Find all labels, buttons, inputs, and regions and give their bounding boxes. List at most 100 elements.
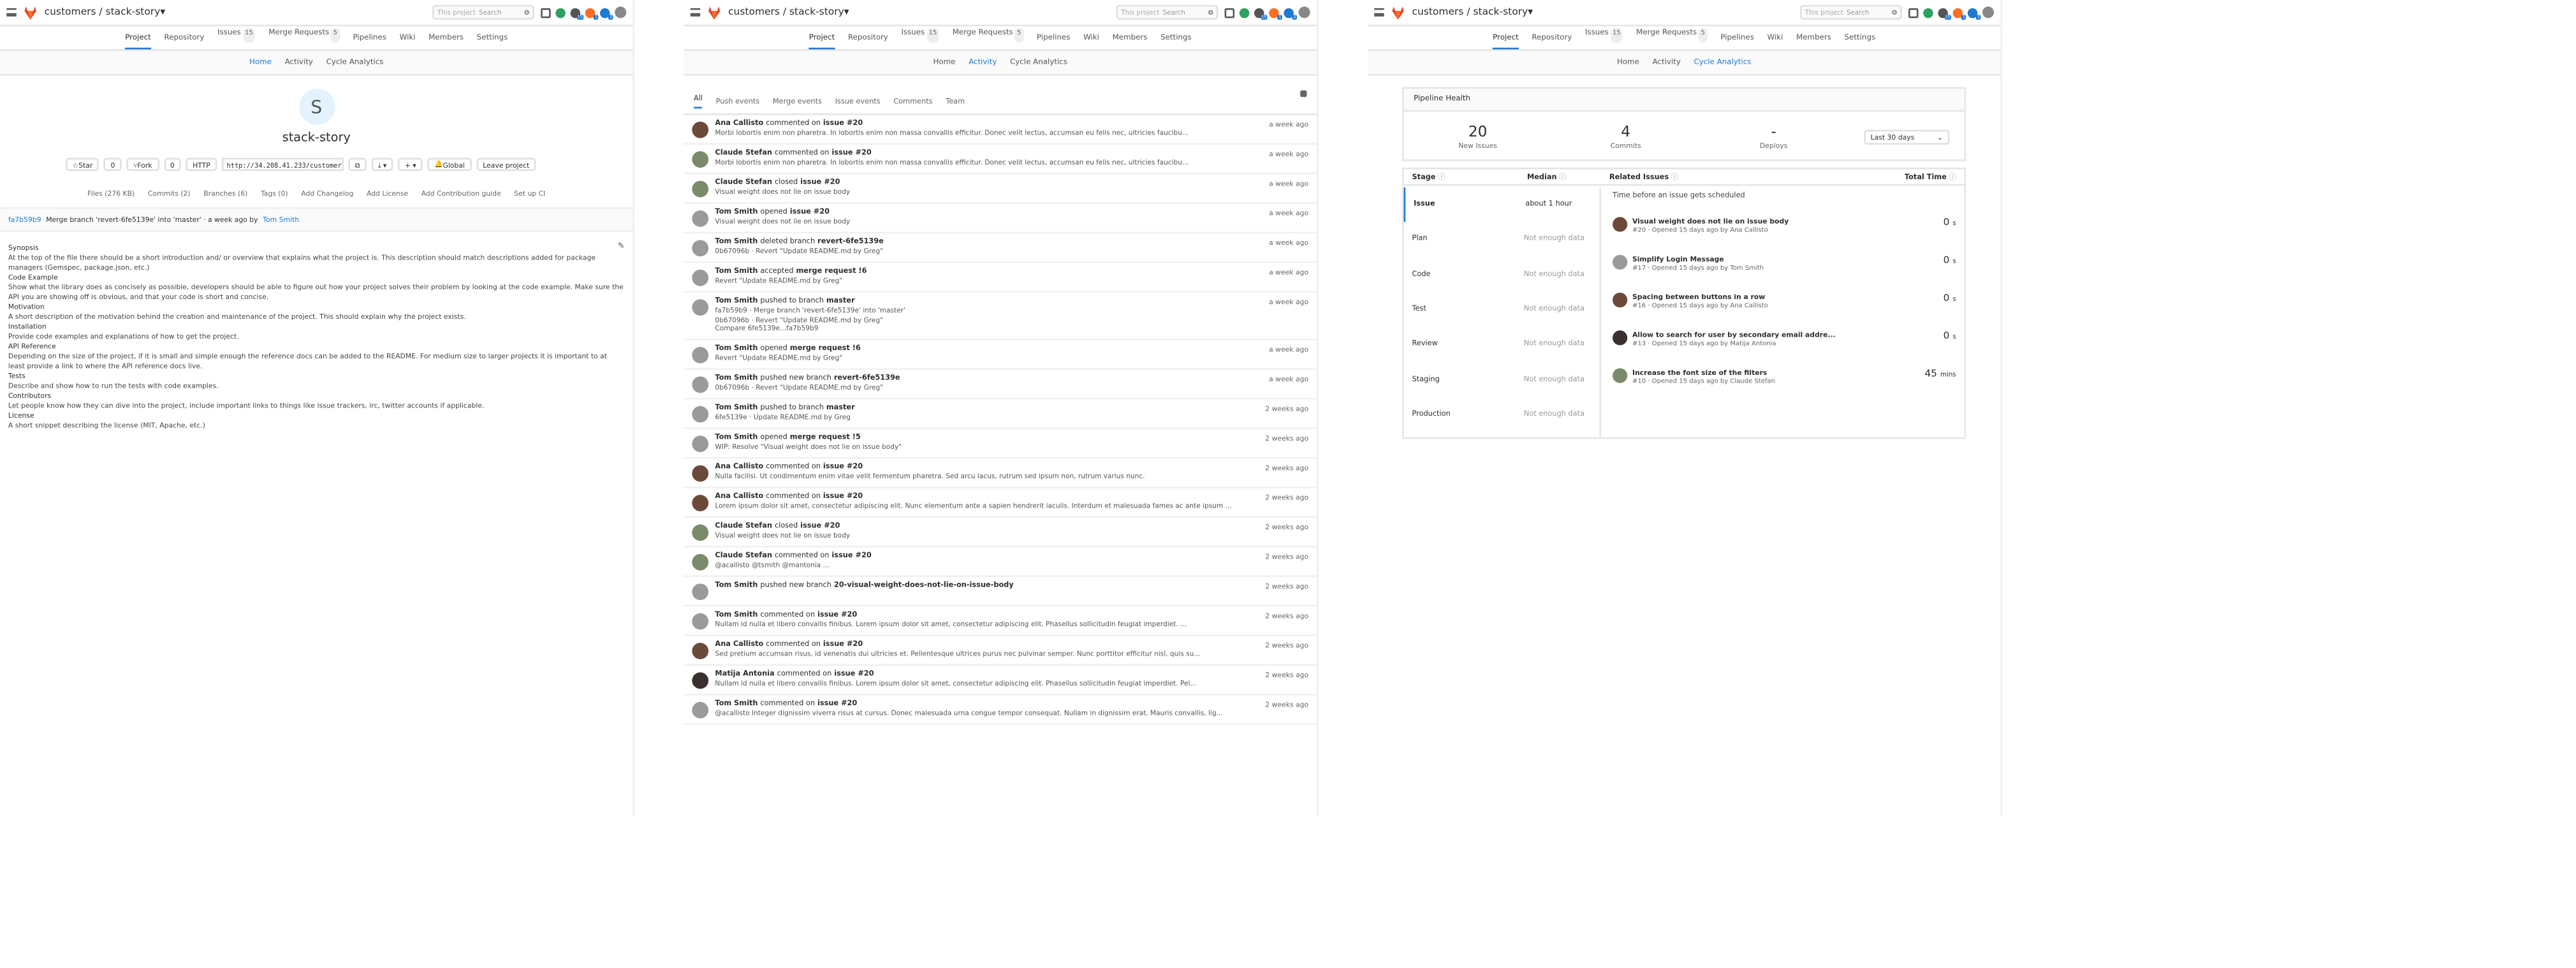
event-target[interactable]: issue #20	[817, 700, 857, 708]
event-author[interactable]: Matija Antonia	[715, 670, 774, 678]
event-target[interactable]: merge request !6	[796, 268, 867, 276]
event-author[interactable]: Tom Smith	[715, 374, 757, 382]
issue-title[interactable]: Allow to search for user by secondary em…	[1632, 330, 1836, 338]
nav-pipelines[interactable]: Pipelines	[1720, 34, 1754, 49]
chevron-down-icon[interactable]: ▾	[160, 6, 165, 18]
event-author[interactable]: Tom Smith	[715, 344, 757, 353]
nav-pipelines[interactable]: Pipelines	[1037, 34, 1071, 49]
event-author[interactable]: Tom Smith	[715, 404, 757, 412]
question-icon[interactable]: ⓘ	[1557, 173, 1567, 182]
issue-title[interactable]: Simplify Login Message	[1632, 254, 1764, 262]
todos-icon[interactable]: 2	[599, 7, 613, 19]
event-target[interactable]: issue #20	[831, 552, 871, 560]
edit-pencil-icon[interactable]: ✎	[618, 242, 625, 251]
copy-icon[interactable]: ⧉	[348, 158, 367, 172]
event-author[interactable]: Claude Stefan	[715, 522, 772, 531]
event-tab[interactable]: Push events	[716, 98, 760, 106]
nav-issues[interactable]: Issues 15	[1585, 27, 1623, 50]
rss-icon[interactable]	[1300, 90, 1307, 98]
subnav-home[interactable]: Home	[1617, 59, 1639, 67]
hamburger-icon[interactable]	[1374, 8, 1384, 17]
stat-link[interactable]: Add License	[367, 189, 408, 197]
user-avatar[interactable]	[692, 376, 709, 392]
event-target[interactable]: issue #20	[823, 640, 863, 649]
stat-link[interactable]: Files (276 KB)	[87, 189, 135, 197]
subnav-activity[interactable]: Activity	[285, 59, 313, 67]
user-avatar[interactable]	[692, 464, 709, 481]
user-avatar[interactable]	[1298, 6, 1310, 18]
project-title[interactable]: customers / stack-story	[45, 6, 161, 18]
event-target[interactable]: merge request !6	[790, 344, 861, 353]
issues-icon[interactable]: 15	[570, 7, 584, 19]
stat-link[interactable]: Branches (6)	[203, 189, 247, 197]
star-button[interactable]: ☆ Star	[66, 158, 99, 172]
user-avatar[interactable]	[692, 405, 709, 422]
stage-row[interactable]: Issue about 1 hour	[1403, 187, 1600, 223]
merge-request-icon[interactable]: 1	[1269, 7, 1282, 19]
event-target[interactable]: revert-6fe5139e	[817, 238, 884, 247]
nav-repository[interactable]: Repository	[164, 34, 204, 49]
event-author[interactable]: Claude Stefan	[715, 179, 772, 187]
event-author[interactable]: Tom Smith	[715, 209, 757, 217]
user-avatar[interactable]	[692, 524, 709, 540]
issue-title[interactable]: Increase the font size of the filters	[1632, 367, 1775, 376]
user-avatar[interactable]	[692, 494, 709, 511]
nav-members[interactable]: Members	[1796, 34, 1831, 49]
commit-author[interactable]: Tom Smith	[263, 216, 299, 224]
event-author[interactable]: Ana Callisto	[715, 492, 763, 501]
stage-row[interactable]: Test Not enough data	[1404, 293, 1600, 328]
event-target[interactable]: master	[826, 298, 855, 306]
question-icon[interactable]: ⓘ	[1669, 173, 1678, 182]
stage-row[interactable]: Staging Not enough data	[1404, 362, 1600, 397]
nav-settings[interactable]: Settings	[1845, 34, 1876, 49]
nav-issues[interactable]: Issues 15	[217, 27, 256, 50]
user-avatar[interactable]	[692, 269, 709, 286]
question-icon[interactable]: ⓘ	[1436, 173, 1445, 182]
hamburger-icon[interactable]	[690, 8, 701, 17]
nav-wiki[interactable]: Wiki	[1083, 34, 1099, 49]
gitlab-logo-icon[interactable]	[23, 6, 38, 19]
event-target[interactable]: issue #20	[823, 120, 863, 128]
stat-link[interactable]: Tags (0)	[261, 189, 288, 197]
event-target[interactable]: issue #20	[800, 522, 840, 531]
user-avatar[interactable]	[692, 299, 709, 316]
event-tab[interactable]: Comments	[893, 98, 932, 106]
event-target[interactable]: issue #20	[831, 150, 871, 158]
nav-merge-requests[interactable]: Merge Requests 5	[268, 27, 340, 50]
todos-icon[interactable]: 2	[1284, 7, 1298, 19]
user-avatar[interactable]	[692, 240, 709, 257]
chevron-down-icon[interactable]: ▾	[844, 6, 849, 18]
event-target[interactable]: merge request !5	[790, 433, 861, 441]
search-input[interactable]: This project Search	[1799, 4, 1902, 20]
plus-icon[interactable]	[1224, 7, 1235, 18]
leave-project-button[interactable]: Leave project	[476, 158, 536, 172]
subnav-cycle-analytics[interactable]: Cycle Analytics	[1010, 59, 1067, 67]
clone-url-field[interactable]: http://34.208.41.233/customer	[221, 158, 344, 172]
event-author[interactable]: Tom Smith	[715, 238, 757, 247]
event-tab[interactable]: All	[693, 96, 703, 109]
event-tab[interactable]: Merge events	[773, 98, 822, 106]
plus-icon[interactable]	[541, 7, 551, 18]
fork-button[interactable]: ⑂ Fork	[126, 158, 159, 172]
user-avatar[interactable]	[692, 210, 709, 227]
user-avatar[interactable]	[692, 701, 709, 718]
user-avatar[interactable]	[692, 180, 709, 198]
stat-link[interactable]: Add Contribution guide	[421, 189, 501, 197]
notification-level-dropdown[interactable]: 🔔 Global	[427, 158, 472, 172]
subnav-cycle-analytics[interactable]: Cycle Analytics	[1694, 59, 1751, 67]
nav-project[interactable]: Project	[1493, 34, 1519, 50]
nav-repository[interactable]: Repository	[1532, 34, 1572, 49]
nav-project[interactable]: Project	[809, 34, 835, 50]
stat-link[interactable]: Commits (2)	[148, 189, 191, 197]
nav-wiki[interactable]: Wiki	[400, 34, 416, 49]
user-avatar[interactable]	[1613, 368, 1628, 383]
event-author[interactable]: Claude Stefan	[715, 150, 772, 158]
user-avatar[interactable]	[692, 642, 709, 659]
event-author[interactable]: Tom Smith	[715, 433, 757, 441]
subnav-activity[interactable]: Activity	[969, 59, 997, 67]
stage-row[interactable]: Plan Not enough data	[1404, 223, 1600, 258]
event-target[interactable]: issue #20	[823, 463, 863, 471]
event-target[interactable]: issue #20	[834, 670, 874, 678]
user-avatar[interactable]	[692, 346, 709, 363]
admin-wrench-icon[interactable]	[1239, 7, 1250, 18]
